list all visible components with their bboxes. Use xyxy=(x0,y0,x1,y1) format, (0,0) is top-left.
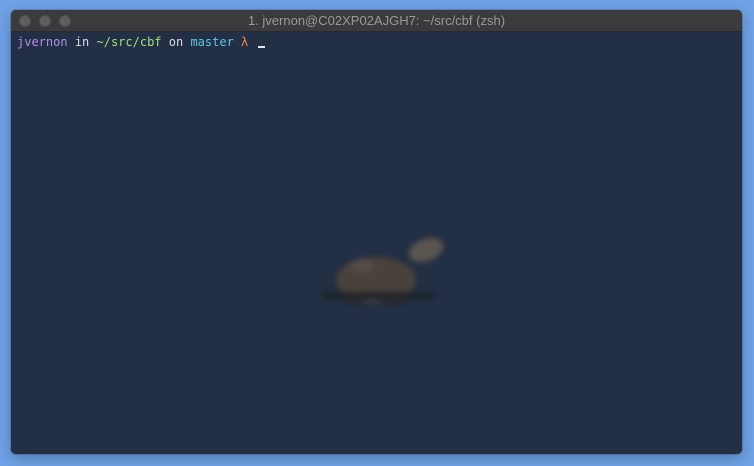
window-title: 1. jvernon@C02XP02AJGH7: ~/src/cbf (zsh) xyxy=(247,13,506,28)
platypus-logo-icon xyxy=(322,237,444,305)
prompt-symbol: λ xyxy=(241,35,249,49)
terminal-content[interactable]: jvernon in ~/src/cbf on master λ xyxy=(11,32,742,454)
prompt-user: jvernon xyxy=(17,35,68,49)
prompt-in-word: in xyxy=(74,35,90,49)
desktop: 1. jvernon@C02XP02AJGH7: ~/src/cbf (zsh)… xyxy=(0,0,754,466)
zoom-window-button[interactable] xyxy=(59,15,71,27)
shell-prompt: jvernon in ~/src/cbf on master λ xyxy=(17,34,265,50)
close-window-button[interactable] xyxy=(19,15,31,27)
text-cursor xyxy=(257,46,265,48)
terminal-window[interactable]: 1. jvernon@C02XP02AJGH7: ~/src/cbf (zsh)… xyxy=(11,10,742,454)
minimize-window-button[interactable] xyxy=(39,15,51,27)
prompt-on-word: on xyxy=(168,35,184,49)
title-bar[interactable]: 1. jvernon@C02XP02AJGH7: ~/src/cbf (zsh) xyxy=(11,10,742,32)
prompt-git-branch: master xyxy=(190,35,234,49)
prompt-path: ~/src/cbf xyxy=(96,35,162,49)
